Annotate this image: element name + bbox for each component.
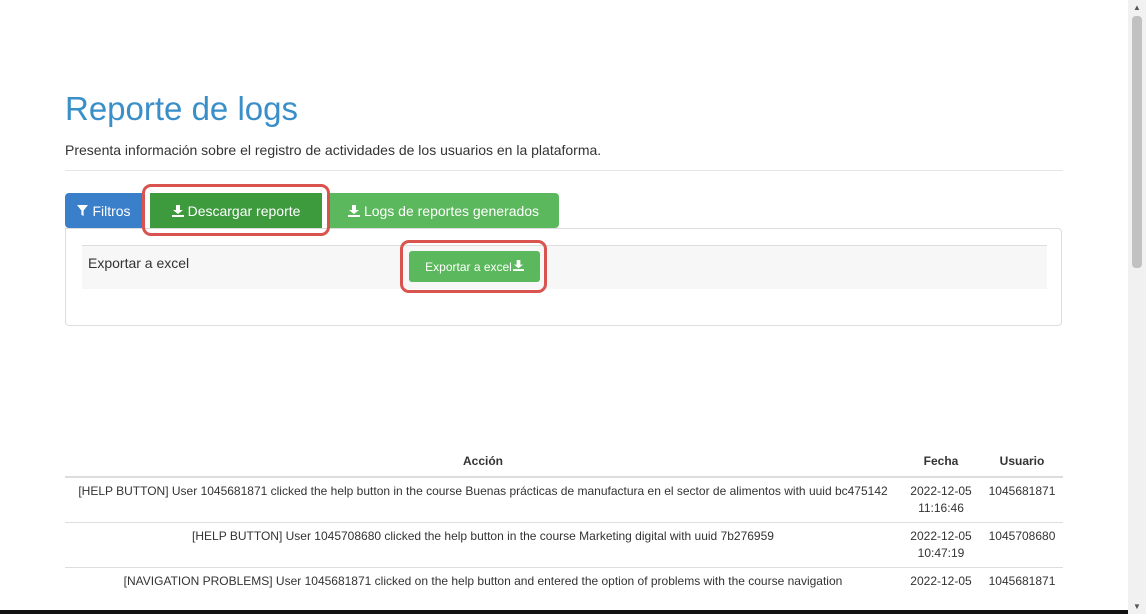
tab-logs-label: Logs de reportes generados: [363, 202, 540, 219]
cell-fecha: 2022-12-05 11:16:46: [901, 476, 981, 523]
tab-descargar-label: Descargar reporte: [187, 202, 301, 219]
logs-table: Acción Fecha Usuario [HELP BUTTON] User …: [65, 446, 1063, 595]
page-title: Reporte de logs: [65, 90, 298, 127]
tab-logs-reportes[interactable]: Logs de reportes generados: [328, 193, 559, 228]
export-row: [82, 245, 1047, 289]
cell-fecha: 2022-12-05 10:47:19: [901, 522, 981, 568]
download-icon: [171, 204, 184, 217]
column-header-fecha[interactable]: Fecha: [901, 446, 981, 478]
cell-usuario: 1045681871: [981, 567, 1063, 595]
cell-usuario: 1045708680: [981, 522, 1063, 568]
table-row: [HELP BUTTON] User 1045681871 clicked th…: [65, 476, 1063, 523]
column-header-usuario[interactable]: Usuario: [981, 446, 1063, 478]
bottom-edge: [0, 610, 1128, 614]
filter-icon: [77, 205, 89, 216]
cell-usuario: 1045681871: [981, 476, 1063, 523]
export-panel: [65, 228, 1062, 326]
tab-descargar-reporte[interactable]: Descargar reporte: [150, 193, 322, 228]
scrollbar-thumb[interactable]: [1132, 16, 1142, 268]
export-label: Exportar a excel: [88, 255, 190, 271]
cell-fecha: 2022-12-05: [901, 567, 981, 595]
page-subtitle: Presenta información sobre el registro d…: [65, 142, 602, 158]
scroll-up-icon[interactable]: ▲: [1128, 3, 1146, 12]
download-icon: [512, 259, 524, 274]
download-icon: [347, 204, 360, 217]
page: Reporte de logs Presenta información sob…: [0, 0, 1128, 614]
export-excel-button[interactable]: Exportar a excel: [409, 251, 540, 282]
table-header-row: Acción Fecha Usuario: [65, 446, 1063, 478]
column-header-accion[interactable]: Acción: [65, 446, 901, 478]
cell-accion: [NAVIGATION PROBLEMS] User 1045681871 cl…: [65, 567, 901, 595]
export-excel-label: Exportar a excel: [425, 259, 512, 274]
tab-filtros[interactable]: Filtros: [65, 193, 143, 228]
vertical-scrollbar[interactable]: ▲ ▼: [1128, 0, 1146, 614]
cell-accion: [HELP BUTTON] User 1045708680 clicked th…: [65, 522, 901, 568]
tab-filtros-label: Filtros: [92, 202, 131, 219]
scroll-down-icon[interactable]: ▼: [1128, 602, 1146, 611]
cell-accion: [HELP BUTTON] User 1045681871 clicked th…: [65, 476, 901, 523]
divider: [65, 170, 1063, 171]
table-row: [NAVIGATION PROBLEMS] User 1045681871 cl…: [65, 567, 1063, 595]
table-row: [HELP BUTTON] User 1045708680 clicked th…: [65, 522, 1063, 568]
